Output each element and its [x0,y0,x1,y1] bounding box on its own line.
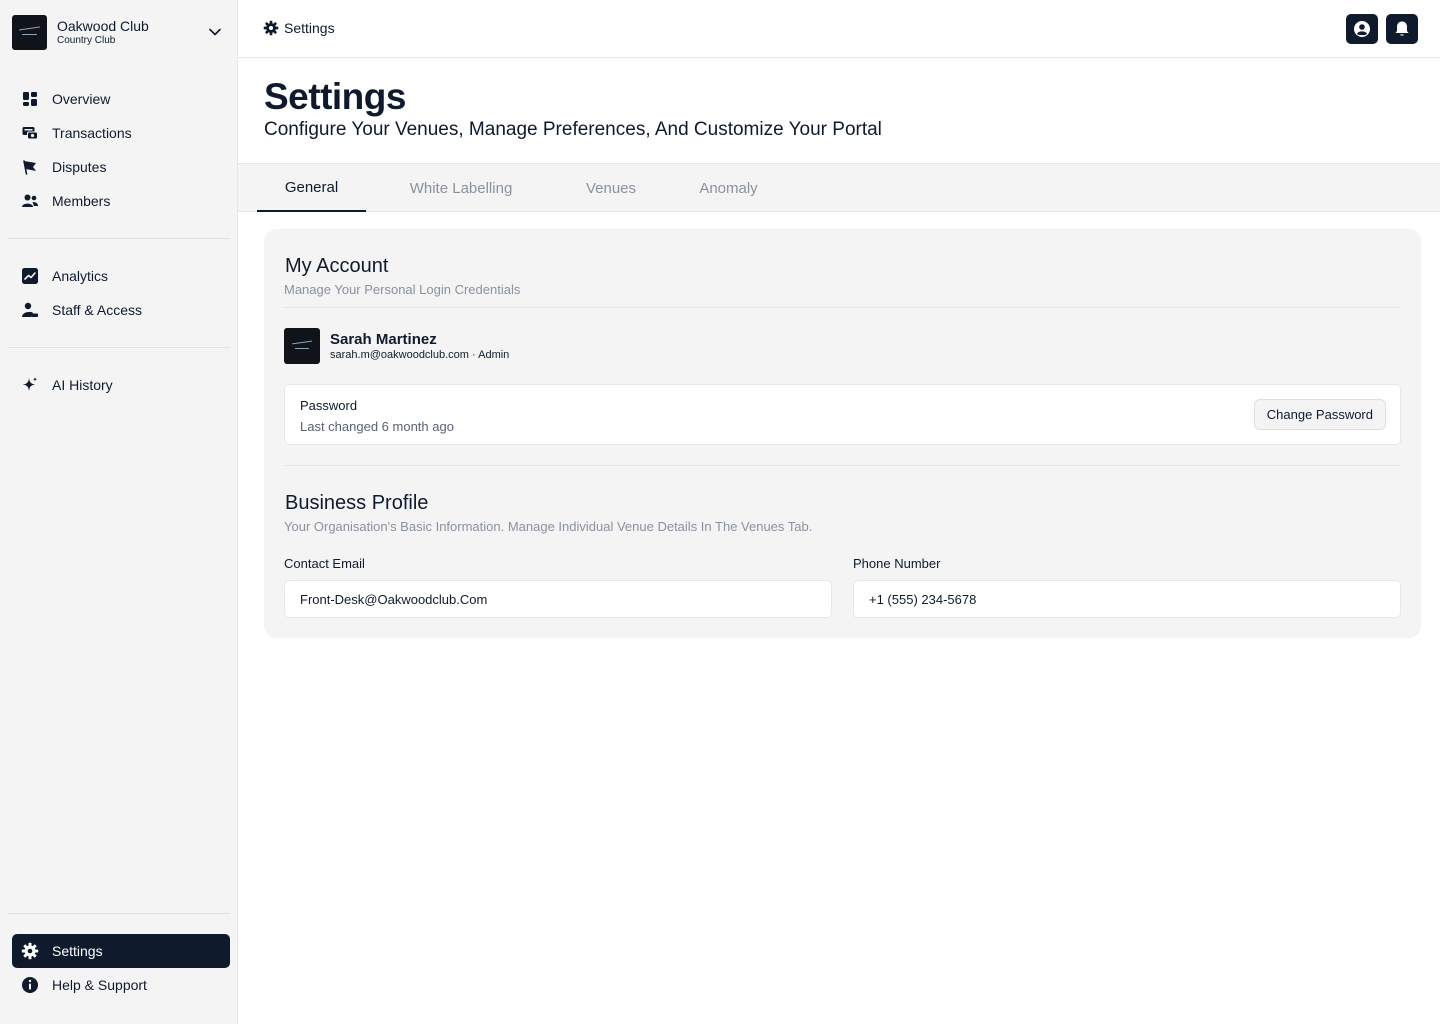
user-email-role: sarah.m@oakwoodclub.com · Admin [330,348,510,361]
page-subtitle: Configure Your Venues, Manage Preference… [264,119,882,140]
settings-card: My Account Manage Your Personal Login Cr… [264,229,1421,638]
gear-icon [20,941,40,961]
info-icon [20,975,40,995]
flag-icon [20,157,40,177]
section-title-business: Business Profile [285,492,429,514]
chart-icon [20,266,40,286]
sparkle-icon [20,375,40,395]
sidebar-item-members[interactable]: Members [12,184,230,218]
section-divider [284,465,1400,466]
sidebar-item-analytics[interactable]: Analytics [12,259,230,293]
section-subtitle-account: Manage Your Personal Login Credentials [284,282,521,297]
section-subtitle-business: Your Organisation's Basic Information. M… [284,519,813,534]
tab-venues[interactable]: Venues [568,164,654,212]
bell-icon [1395,21,1409,36]
sidebar-item-label: AI History [52,377,113,393]
phone-number-label: Phone Number [853,556,941,571]
sidebar-item-help[interactable]: Help & Support [12,968,230,1002]
chevron-down-icon[interactable] [208,25,222,39]
user-name: Sarah Martinez [330,330,437,348]
contact-email-label: Contact Email [284,556,365,571]
tab-general[interactable]: General [257,164,366,212]
user-icon [1354,21,1370,37]
members-icon [20,191,40,211]
sidebar-item-disputes[interactable]: Disputes [12,150,230,184]
phone-number-field[interactable] [853,580,1401,618]
contact-email-field[interactable] [284,580,832,618]
tab-white-labelling[interactable]: White Labelling [390,164,532,212]
password-row: Password Last changed 6 month ago Change… [284,384,1401,445]
sidebar-item-label: Disputes [52,159,107,175]
sidebar-item-label: Analytics [52,268,109,284]
sidebar-item-settings[interactable]: Settings [12,934,230,968]
section-title-account: My Account [285,255,389,277]
password-label: Password [300,398,358,413]
sidebar-item-label: Settings [52,943,103,959]
top-bar: Settings [238,0,1440,58]
sidebar-item-label: Staff & Access [52,302,143,318]
sidebar-item-label: Help & Support [52,977,147,993]
transactions-icon [20,123,40,143]
sidebar-item-label: Transactions [52,125,132,141]
club-switcher[interactable]: Oakwood Club Country Club [12,14,230,50]
page-header: Settings Configure Your Venues, Manage P… [238,58,1440,164]
user-summary: Sarah Martinez sarah.m@oakwoodclub.com ·… [284,328,509,364]
club-logo [12,14,47,50]
staff-icon [20,300,40,320]
breadcrumb: Settings [263,20,335,36]
change-password-button[interactable]: Change Password [1253,399,1386,430]
sidebar-item-overview[interactable]: Overview [12,82,230,116]
sidebar-divider [8,913,230,914]
avatar [284,328,320,364]
sidebar-item-label: Overview [52,91,111,107]
club-type: Country Club [57,34,116,46]
sidebar-item-transactions[interactable]: Transactions [12,116,230,150]
profile-button[interactable] [1346,14,1378,44]
notifications-button[interactable] [1386,14,1418,44]
page-title: Settings [264,76,406,117]
sidebar-divider [8,347,230,348]
section-divider [284,307,1400,308]
tab-anomaly[interactable]: Anomaly [682,164,775,212]
settings-tabs: General White Labelling Venues Anomaly [238,164,1440,212]
overview-icon [20,89,40,109]
password-last-changed: Last changed 6 month ago [300,419,454,434]
club-name: Oakwood Club [57,17,149,34]
breadcrumb-label: Settings [284,20,335,36]
gear-icon [263,20,279,36]
sidebar-divider [8,238,230,239]
sidebar: Oakwood Club Country Club Overview Trans… [0,0,238,1024]
sidebar-item-ai-history[interactable]: AI History [12,368,230,402]
sidebar-item-label: Members [52,193,111,209]
sidebar-item-staff[interactable]: Staff & Access [12,293,230,327]
